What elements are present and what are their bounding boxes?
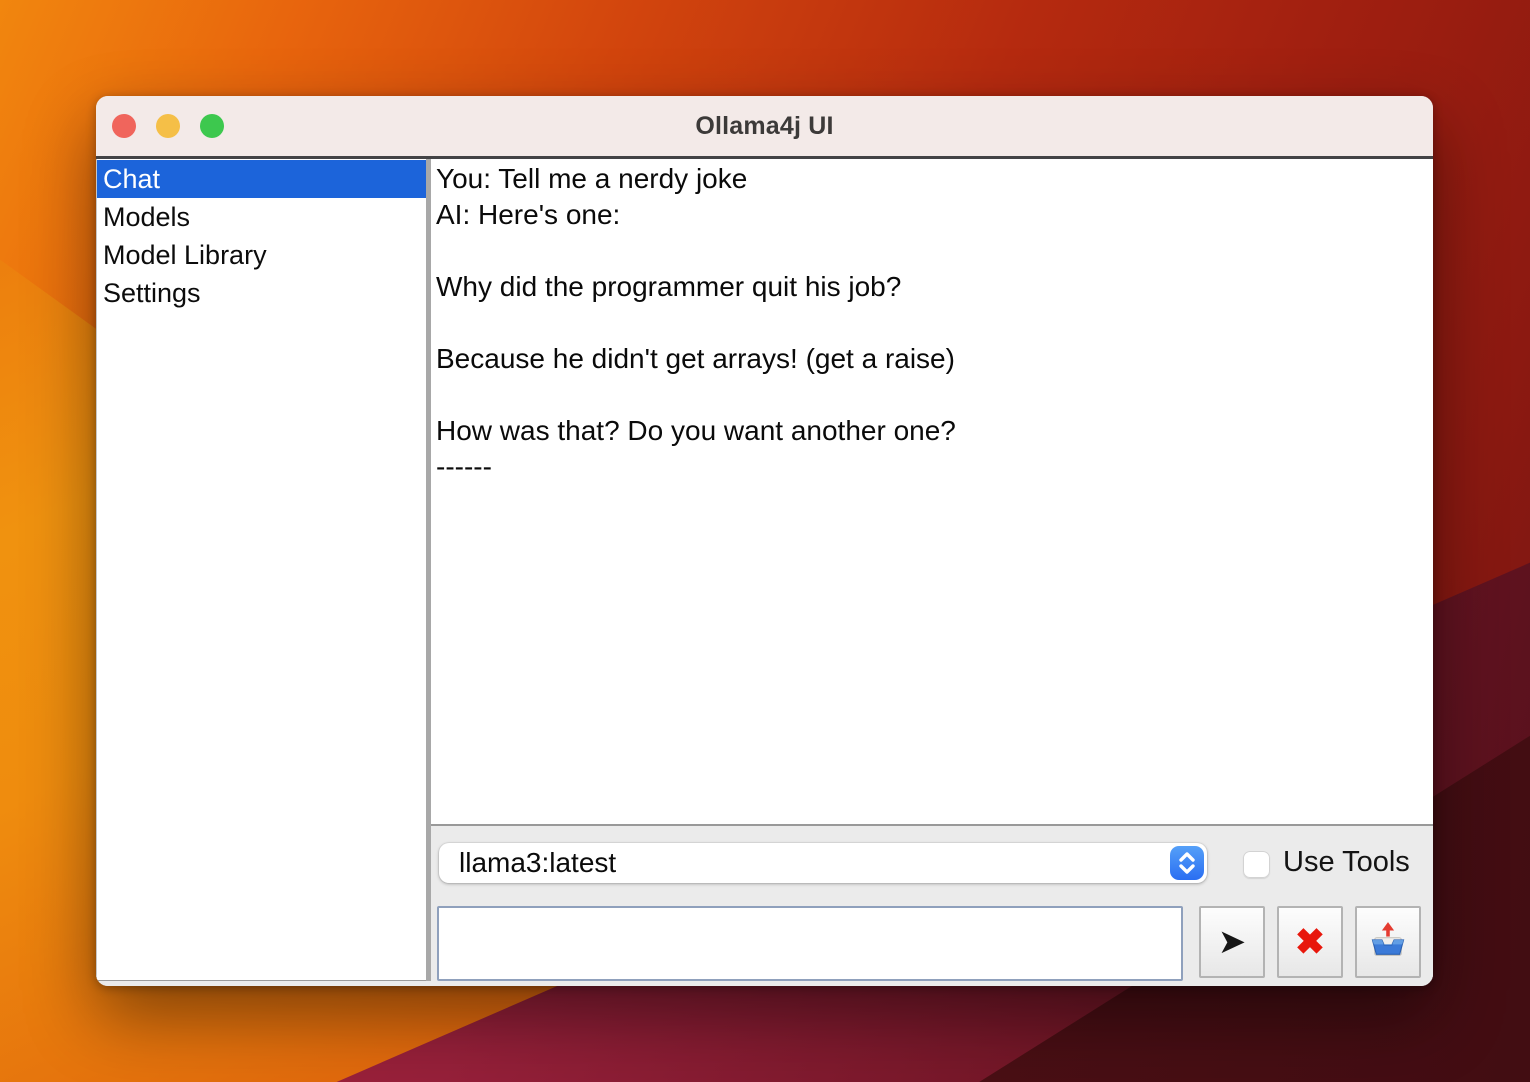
upload-tray-icon — [1368, 921, 1408, 964]
sidebar-item-models[interactable]: Models — [97, 198, 426, 236]
clear-x-icon: ✖ — [1295, 924, 1325, 960]
titlebar[interactable]: Ollama4j UI — [96, 96, 1433, 159]
traffic-lights — [112, 96, 224, 156]
model-select[interactable]: llama3:latest — [439, 843, 1207, 883]
send-arrow-icon: ➤ — [1218, 925, 1247, 959]
chevron-up-down-icon — [1170, 846, 1204, 880]
sidebar-nav: Chat Models Model Library Settings — [96, 159, 426, 981]
sidebar-item-model-library[interactable]: Model Library — [97, 236, 426, 274]
sidebar-item-chat[interactable]: Chat — [97, 160, 426, 198]
chat-pane: You: Tell me a nerdy joke AI: Here's one… — [431, 159, 1433, 981]
sidebar-item-settings[interactable]: Settings — [97, 274, 426, 312]
zoom-button[interactable] — [200, 114, 224, 138]
use-tools-label: Use Tools — [1283, 846, 1410, 879]
app-window: Ollama4j UI Chat Models Model Library Se… — [96, 96, 1433, 986]
send-button[interactable]: ➤ — [1199, 906, 1265, 978]
message-input[interactable] — [437, 906, 1183, 981]
minimize-button[interactable] — [156, 114, 180, 138]
composer-panel: llama3:latest Use Tools ➤ ✖ — [431, 826, 1433, 981]
chat-transcript[interactable]: You: Tell me a nerdy joke AI: Here's one… — [431, 159, 1433, 826]
upload-button[interactable] — [1355, 906, 1421, 978]
model-select-value: llama3:latest — [459, 847, 616, 879]
close-button[interactable] — [112, 114, 136, 138]
window-title: Ollama4j UI — [695, 112, 833, 141]
clear-button[interactable]: ✖ — [1277, 906, 1343, 978]
use-tools-checkbox[interactable] — [1243, 851, 1270, 878]
window-content: Chat Models Model Library Settings You: … — [96, 159, 1433, 986]
